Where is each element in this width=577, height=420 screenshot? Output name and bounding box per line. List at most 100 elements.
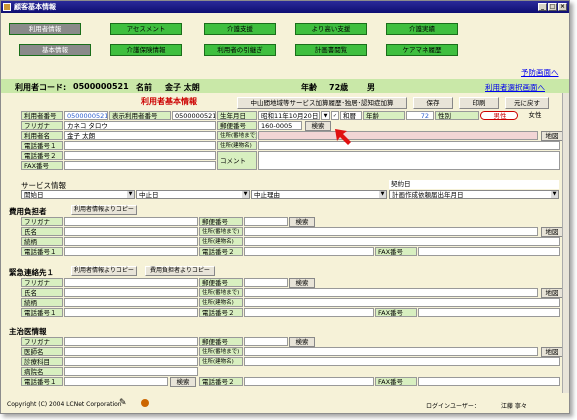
- fax-field[interactable]: [64, 161, 216, 170]
- em-map-button[interactable]: 地図: [541, 288, 563, 298]
- tab-assessment[interactable]: アセスメント: [110, 23, 182, 35]
- copy-user-button-1[interactable]: 利用者情報よりコピー: [71, 205, 137, 215]
- furigana-field[interactable]: カネコ タロウ: [64, 121, 216, 130]
- map-button[interactable]: 地図: [541, 131, 563, 141]
- dr-addr2-label: 住所(建物名): [199, 357, 243, 366]
- start-date-select[interactable]: 開始日 ▼: [21, 190, 135, 199]
- tab-plan-view[interactable]: 計画書閲覧: [295, 44, 367, 56]
- birth-dropdown-arrow[interactable]: ▼: [321, 111, 330, 120]
- emergency-title: 緊急連絡先１: [9, 268, 54, 277]
- dr-addr1-field[interactable]: [244, 347, 538, 356]
- dr-name-field[interactable]: [64, 347, 198, 356]
- em-addr2-field[interactable]: [244, 298, 560, 307]
- doctor-title: 主治医情報: [9, 327, 47, 336]
- tab-basic-info[interactable]: 基本情報: [19, 44, 91, 56]
- em-name-field[interactable]: [64, 288, 198, 297]
- tab-user-info[interactable]: 利用者情報: [9, 23, 81, 35]
- payer-tel2-field[interactable]: [244, 247, 374, 256]
- tab-insurance-info[interactable]: 介護保険情報: [110, 44, 182, 56]
- dr-zip-field[interactable]: [244, 337, 288, 346]
- dr-dept-field[interactable]: [64, 357, 198, 366]
- disp-no-label: 表示利用者番号: [109, 111, 171, 120]
- em-tel2-label: 電話番号２: [199, 308, 243, 317]
- em-addr1-field[interactable]: [244, 288, 538, 297]
- zip-label: 郵便番号: [217, 121, 257, 130]
- tel1-label: 電話番号１: [21, 141, 63, 150]
- payer-search-button[interactable]: 検索: [289, 217, 315, 227]
- user-name-field[interactable]: 金子 太朗: [64, 131, 216, 140]
- dr-hospital-field[interactable]: [64, 367, 198, 376]
- zip-search-button[interactable]: 検索: [305, 121, 331, 131]
- payer-addr1-label: 住所(番地まで): [199, 227, 243, 236]
- zip-field[interactable]: 160-0005: [258, 121, 302, 130]
- age-field[interactable]: 72: [406, 111, 434, 120]
- comment-field[interactable]: [258, 151, 560, 170]
- era-label: 和暦: [340, 111, 362, 120]
- tel2-field[interactable]: [64, 151, 216, 160]
- em-tel2-field[interactable]: [244, 308, 374, 317]
- payer-addr1-field[interactable]: [244, 227, 538, 236]
- dr-fax-field[interactable]: [418, 377, 560, 386]
- restore-button[interactable]: 元に戻す: [505, 97, 549, 109]
- payer-furigana-field[interactable]: [64, 217, 198, 226]
- dr-furigana-field[interactable]: [64, 337, 198, 346]
- tab-handover[interactable]: 利用者の引継ぎ: [204, 44, 276, 56]
- female-option[interactable]: 女性: [519, 111, 549, 120]
- info-icon: [141, 399, 149, 407]
- addr2-field[interactable]: [258, 141, 560, 150]
- dr-map-button[interactable]: 地図: [541, 347, 563, 357]
- payer-relation-field[interactable]: [64, 237, 198, 246]
- dr-tel1-field[interactable]: [64, 377, 168, 386]
- em-relation-field[interactable]: [64, 298, 198, 307]
- payer-tel1-field[interactable]: [64, 247, 198, 256]
- em-tel1-field[interactable]: [64, 308, 198, 317]
- user-no-field[interactable]: 0500000521: [64, 111, 108, 120]
- plan-date-select[interactable]: 計画作成依頼届出年月日 ▼: [389, 190, 559, 199]
- prev-screen-link[interactable]: 予防画面へ: [521, 67, 559, 78]
- em-search-button[interactable]: 検索: [289, 278, 315, 288]
- male-option[interactable]: 男性: [480, 111, 518, 120]
- tab-higher-support[interactable]: より高い支援: [295, 23, 367, 35]
- maximize-button[interactable]: □: [548, 3, 557, 11]
- red-arrow-icon: [335, 129, 351, 145]
- payer-map-button[interactable]: 地図: [541, 227, 563, 237]
- em-name-label: 氏名: [21, 288, 63, 297]
- dr-tel-search-button[interactable]: 検索: [170, 377, 196, 387]
- payer-fax-field[interactable]: [418, 247, 560, 256]
- dr-search-button[interactable]: 検索: [289, 337, 315, 347]
- era-checkbox[interactable]: ✓: [331, 111, 339, 120]
- tab-care-support[interactable]: 介護支援: [204, 23, 276, 35]
- payer-zip-field[interactable]: [244, 217, 288, 226]
- tel1-field[interactable]: [64, 141, 216, 150]
- user-select-link[interactable]: 利用者選択画面へ: [485, 82, 545, 93]
- dr-furigana-label: フリガナ: [21, 337, 63, 346]
- print-button[interactable]: 印刷: [459, 97, 499, 109]
- stop-date-select[interactable]: 中止日 ▼: [136, 190, 250, 199]
- close-button[interactable]: ×: [558, 3, 567, 11]
- copy-payer-button[interactable]: 費用負担者よりコピー: [145, 266, 215, 276]
- user-sex: 男: [367, 83, 375, 92]
- save-button[interactable]: 保存: [413, 97, 453, 109]
- minimize-button[interactable]: _: [538, 3, 547, 11]
- sex-label: 性別: [435, 111, 479, 120]
- em-furigana-field[interactable]: [64, 278, 198, 287]
- payer-addr2-field[interactable]: [244, 237, 560, 246]
- copy-user-button-2[interactable]: 利用者情報よりコピー: [71, 266, 137, 276]
- em-zip-field[interactable]: [244, 278, 288, 287]
- payer-name-field[interactable]: [64, 227, 198, 236]
- vertical-scrollbar[interactable]: [562, 93, 569, 393]
- payer-addr2-label: 住所(建物名): [199, 237, 243, 246]
- history-button[interactable]: 中山間地域等サービス加算履歴･独居･認知症加算: [237, 97, 407, 109]
- payer-relation-label: 続柄: [21, 237, 63, 246]
- em-fax-field[interactable]: [418, 308, 560, 317]
- dr-addr2-field[interactable]: [244, 357, 560, 366]
- stop-reason-select[interactable]: 中止理由 ▼: [251, 190, 387, 199]
- dr-tel2-field[interactable]: [244, 377, 374, 386]
- chevron-down-icon: ▼: [551, 191, 558, 198]
- tab-caremanager-history[interactable]: ケアマネ履歴: [386, 44, 458, 56]
- tab-care-record[interactable]: 介護実績: [386, 23, 458, 35]
- birth-field[interactable]: 昭和11年10月20日: [258, 111, 320, 120]
- copyright: Copyright (C) 2004 LCNet Corporation: [7, 401, 122, 408]
- addr1-field[interactable]: [258, 131, 538, 140]
- disp-no-field[interactable]: 0500000521: [172, 111, 216, 120]
